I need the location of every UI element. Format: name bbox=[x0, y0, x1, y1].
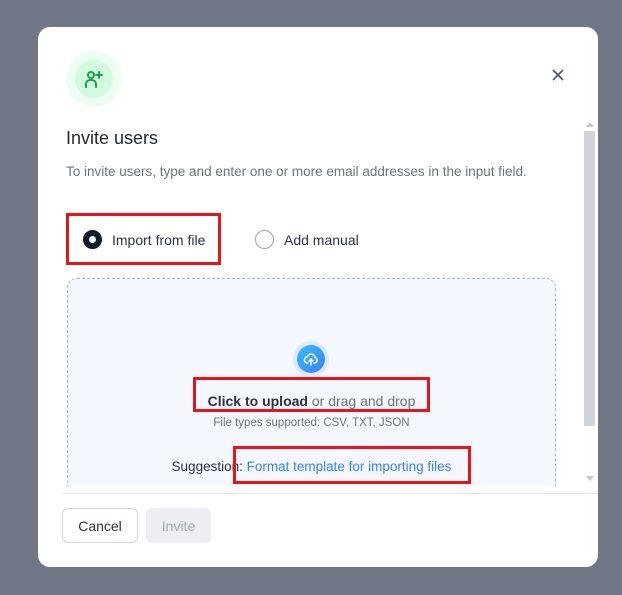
radio-import-from-file[interactable]: Import from file bbox=[83, 230, 205, 249]
close-button[interactable] bbox=[550, 67, 566, 83]
file-dropzone[interactable]: Click to upload or drag and drop File ty… bbox=[67, 278, 556, 486]
drag-drop-text: or drag and drop bbox=[307, 393, 416, 409]
footer-divider bbox=[62, 493, 598, 494]
file-types-text: File types supported: CSV, TXT, JSON bbox=[213, 417, 410, 429]
format-template-link[interactable]: Format template for importing files bbox=[247, 459, 452, 474]
close-icon bbox=[552, 69, 564, 81]
invite-users-dialog: Invite users To invite users, type and e… bbox=[38, 27, 598, 567]
upload-button[interactable] bbox=[293, 341, 329, 377]
dialog-body: Invite users To invite users, type and e… bbox=[38, 122, 598, 486]
radio-label: Add manual bbox=[284, 231, 359, 248]
radio-checked-icon bbox=[83, 230, 102, 249]
suggestion-label: Suggestion: bbox=[171, 459, 247, 474]
user-plus-badge bbox=[66, 51, 122, 107]
cancel-button[interactable]: Cancel bbox=[62, 508, 138, 543]
dialog-title: Invite users bbox=[66, 128, 159, 148]
scroll-down-arrow-icon[interactable] bbox=[586, 476, 594, 481]
scroll-up-arrow-icon[interactable] bbox=[586, 122, 594, 127]
radio-add-manual[interactable]: Add manual bbox=[255, 230, 359, 249]
invite-button[interactable]: Invite bbox=[146, 508, 211, 543]
suggestion-text: Suggestion: Format template for importin… bbox=[68, 459, 555, 474]
click-to-upload-link[interactable]: Click to upload bbox=[208, 393, 308, 409]
radio-label: Import from file bbox=[112, 231, 206, 248]
upload-instructions: Click to upload or drag and drop bbox=[68, 393, 555, 409]
radio-unchecked-icon bbox=[255, 230, 274, 249]
scrollbar[interactable] bbox=[583, 122, 596, 486]
dialog-description: To invite users, type and enter one or m… bbox=[66, 164, 527, 179]
cloud-upload-icon bbox=[303, 353, 318, 366]
scrollbar-thumb[interactable] bbox=[584, 131, 595, 426]
user-plus-icon bbox=[85, 71, 103, 88]
